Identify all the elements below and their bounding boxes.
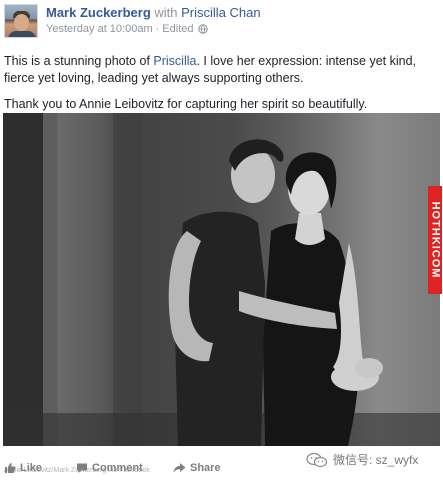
post-paragraph-1: This is a stunning photo of Priscilla. I… xyxy=(4,54,417,85)
comment-label: Comment xyxy=(92,462,143,474)
tagged-person[interactable]: Priscilla Chan xyxy=(181,5,260,20)
post-photo[interactable] xyxy=(3,113,440,446)
comment-icon xyxy=(77,463,87,473)
avatar[interactable] xyxy=(4,4,38,38)
share-icon xyxy=(173,463,186,473)
thumbs-up-icon xyxy=(5,463,16,473)
like-label: Like xyxy=(20,462,43,474)
post-paragraph-2: Thank you to Annie Leibovitz for capturi… xyxy=(4,97,368,111)
wechat-id: 微信号: sz_wyfx xyxy=(306,451,418,468)
facebook-post: Mark Zuckerberg with Priscilla Chan Yest… xyxy=(0,0,443,480)
meta-separator: · xyxy=(155,23,160,35)
share-label: Share xyxy=(190,462,221,474)
watermark-logo: HOTHKICOM xyxy=(428,186,442,294)
author-name[interactable]: Mark Zuckerberg xyxy=(46,5,151,20)
like-button[interactable]: Like xyxy=(4,462,42,474)
wechat-icon xyxy=(306,452,328,467)
priscilla-link[interactable]: Priscilla xyxy=(153,54,196,68)
with-text: with xyxy=(154,5,178,20)
post-text: This is a stunning photo of Priscilla. I… xyxy=(4,53,440,122)
post-timestamp[interactable]: Yesterday at 10:00am xyxy=(46,23,153,35)
comment-button[interactable]: Comment xyxy=(76,462,143,474)
edited-label[interactable]: Edited xyxy=(162,23,193,35)
share-button[interactable]: Share xyxy=(173,462,221,474)
post-header: Mark Zuckerberg with Priscilla Chan xyxy=(46,5,261,20)
post-meta: Yesterday at 10:00am · Edited xyxy=(46,23,208,35)
globe-icon[interactable] xyxy=(197,24,208,34)
wechat-label: 微信号: sz_wyfx xyxy=(333,453,419,467)
